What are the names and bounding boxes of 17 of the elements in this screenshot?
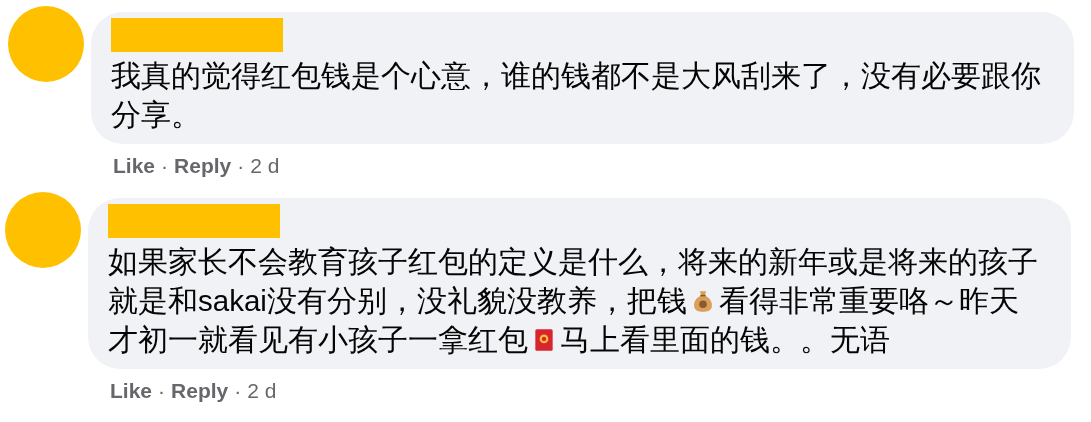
reply-link[interactable]: Reply xyxy=(171,379,229,403)
comment-text: 就是和sakai没有分别，没礼貌没教养，把钱 xyxy=(108,283,687,319)
reply-link[interactable]: Reply xyxy=(174,154,232,178)
separator-dot: · xyxy=(234,379,242,403)
like-link[interactable]: Like xyxy=(110,379,153,403)
separator-dot: · xyxy=(237,154,245,178)
separator-dot: · xyxy=(161,154,169,178)
comment-text: 马上看里面的钱。。无语 xyxy=(560,322,890,358)
timestamp[interactable]: 2 d xyxy=(250,154,280,178)
comment-text: 我真的觉得红包钱是个心意，谁的钱都不是大风刮来了，没有必要跟你 xyxy=(111,58,1041,94)
comment-text: 如果家长不会教育孩子红包的定义是什么，将来的新年或是将来的孩子 xyxy=(108,244,1038,280)
timestamp[interactable]: 2 d xyxy=(247,379,277,403)
comment-text: 分享。 xyxy=(111,97,201,133)
comment-text: 看得非常重要咯～昨天 xyxy=(718,283,1019,319)
comment-text: 才初一就看见有小孩子一拿红包 xyxy=(108,322,528,358)
like-link[interactable]: Like xyxy=(113,154,156,178)
separator-dot: · xyxy=(158,379,166,403)
